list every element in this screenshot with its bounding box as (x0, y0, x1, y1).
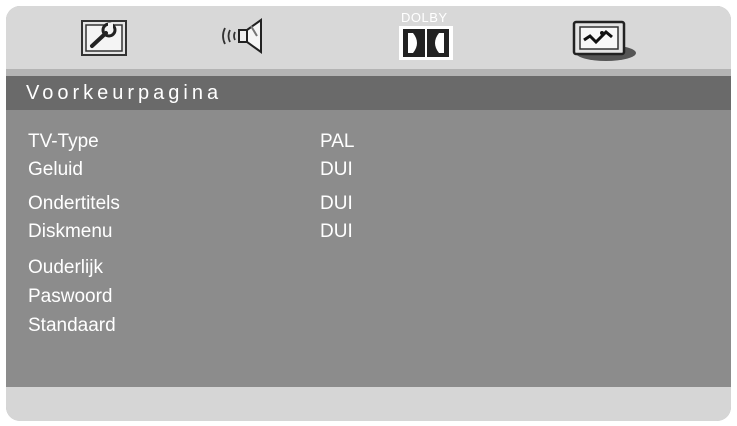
tab-general-setup[interactable] (72, 6, 136, 69)
setup-menu-panel: DOLBY Voorkeurpagina TV-Type PAL Geluid … (6, 6, 731, 421)
tab-audio-setup[interactable] (211, 6, 275, 69)
menu-item-paswoord[interactable]: Paswoord (28, 286, 113, 308)
menu-item-standaard[interactable]: Standaard (28, 315, 116, 337)
preference-icon (572, 20, 636, 61)
tab-preference-setup[interactable] (562, 6, 642, 69)
menu-content-area (6, 110, 731, 387)
status-footer (6, 387, 731, 421)
menu-value-ondertitels: DUI (320, 193, 353, 214)
dolby-icon (399, 26, 453, 60)
menu-item-tv-type[interactable]: TV-Type (28, 131, 99, 153)
menu-value-diskmenu: DUI (320, 221, 353, 242)
speaker-icon (222, 18, 262, 54)
wrench-icon (81, 20, 127, 56)
menu-item-diskmenu[interactable]: Diskmenu (28, 221, 112, 243)
menu-item-ondertitels[interactable]: Ondertitels (28, 193, 120, 215)
menu-value-tv-type: PAL (320, 131, 355, 152)
menu-item-geluid[interactable]: Geluid (28, 159, 83, 181)
menu-item-ouderlijk[interactable]: Ouderlijk (28, 257, 103, 279)
setup-tab-bar: DOLBY (6, 6, 731, 69)
tab-dolby-setup[interactable]: DOLBY (391, 6, 461, 69)
menu-value-geluid: DUI (320, 159, 353, 180)
page-title: Voorkeurpagina (26, 82, 223, 104)
